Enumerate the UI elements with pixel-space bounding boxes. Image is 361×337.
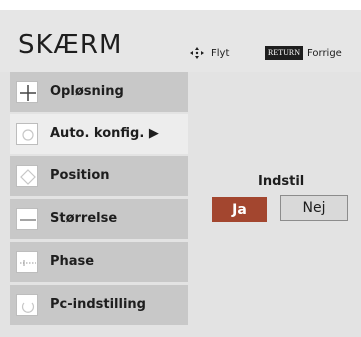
return-key-icon: RETURN: [265, 46, 303, 60]
menu-item-label: Opløsning: [50, 84, 124, 99]
yes-button[interactable]: Ja: [212, 197, 267, 222]
move-arrows-icon: [188, 47, 206, 59]
move-hint: Flyt: [188, 47, 229, 59]
menu-item-auto-config[interactable]: Auto. konfig. ▶: [10, 114, 188, 154]
monitor-osd-screen: SKÆRM Flyt RETURN Forrige Opløsning Auto…: [0, 0, 361, 337]
menu-item-size[interactable]: Størrelse: [10, 199, 188, 239]
menu-item-label: Position: [50, 168, 110, 183]
menu-item-position[interactable]: Position: [10, 156, 188, 196]
menu-item-label: Phase: [50, 254, 95, 269]
menu-item-label: Pc-indstilling: [50, 297, 146, 312]
menu-item-label: Auto. konfig. ▶: [50, 126, 159, 141]
size-icon: [16, 208, 38, 230]
menu-item-resolution[interactable]: Opløsning: [10, 72, 188, 112]
position-icon: [16, 165, 38, 187]
auto-config-icon: [16, 123, 38, 145]
header-bar: SKÆRM Flyt RETURN Forrige: [0, 10, 361, 72]
pc-setting-icon: [16, 294, 38, 316]
return-hint-label: Forrige: [307, 47, 342, 59]
menu-item-pc-setting[interactable]: Pc-indstilling: [10, 285, 188, 325]
set-dialog-title: Indstil: [258, 174, 305, 189]
menu-item-label: Størrelse: [50, 211, 118, 226]
move-hint-label: Flyt: [211, 47, 230, 59]
phase-icon: [16, 251, 38, 273]
no-button[interactable]: Nej: [280, 195, 348, 221]
plus-icon: [16, 81, 38, 103]
return-hint: RETURN Forrige: [265, 46, 342, 60]
settings-menu: Opløsning Auto. konfig. ▶ Position Størr…: [10, 72, 188, 337]
page-title: SKÆRM: [18, 30, 123, 60]
menu-item-phase[interactable]: Phase: [10, 242, 188, 282]
